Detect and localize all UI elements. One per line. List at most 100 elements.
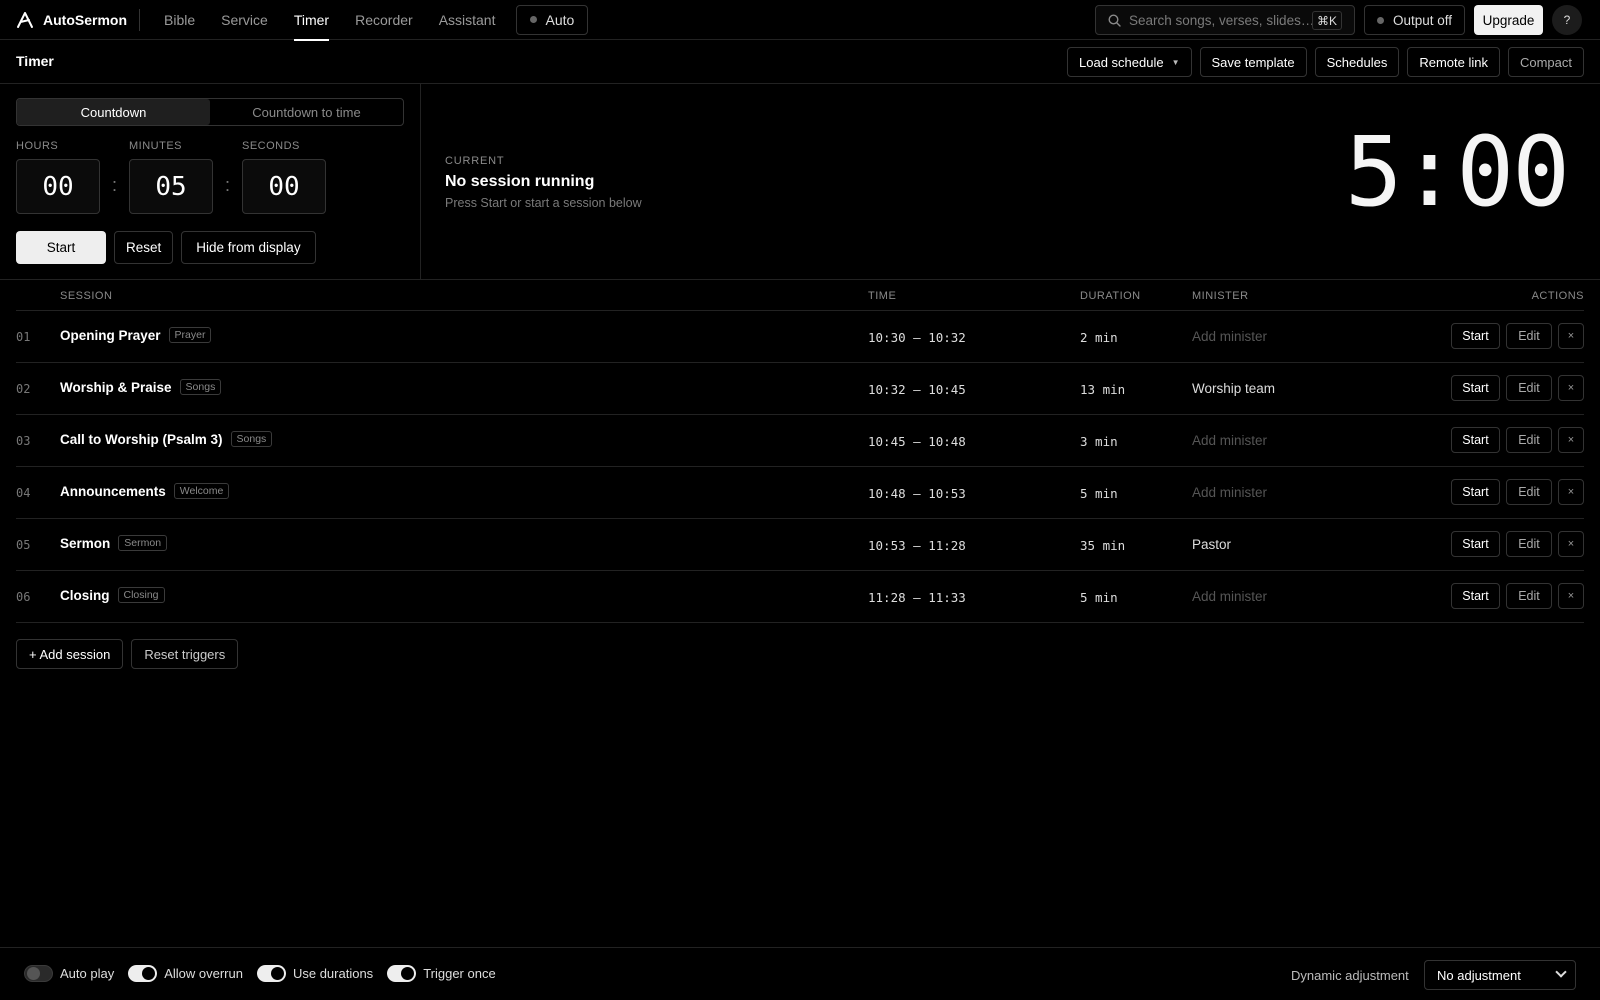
edit-session-button[interactable]: Edit xyxy=(1506,375,1552,401)
auto-label: Auto xyxy=(545,11,575,28)
session-minister[interactable]: Add minister xyxy=(1192,329,1267,344)
start-session-button[interactable]: Start xyxy=(1451,583,1500,609)
add-session-button[interactable]: + Add session xyxy=(16,639,124,669)
session-duration: 2 min xyxy=(1080,330,1118,345)
row-actions: Start Edit × xyxy=(1451,479,1584,505)
compact-button[interactable]: Compact xyxy=(1507,47,1584,77)
page-title: Timer xyxy=(16,53,54,69)
delete-session-button[interactable]: × xyxy=(1558,583,1584,609)
reset-triggers-button[interactable]: Reset triggers xyxy=(131,639,239,669)
delete-session-button[interactable]: × xyxy=(1558,427,1584,453)
tab-bible[interactable]: Bible xyxy=(164,0,195,40)
toggle-switch[interactable] xyxy=(128,965,158,982)
start-session-button[interactable]: Start xyxy=(1451,479,1500,505)
upgrade-button[interactable]: Upgrade xyxy=(1474,5,1543,35)
schedules-button[interactable]: Schedules xyxy=(1314,47,1400,77)
tab-service[interactable]: Service xyxy=(221,0,268,40)
load-schedule-button[interactable]: Load schedule ▼ xyxy=(1067,47,1192,77)
session-number: 05 xyxy=(16,538,31,552)
start-session-button[interactable]: Start xyxy=(1451,375,1500,401)
delete-session-button[interactable]: × xyxy=(1558,375,1584,401)
start-session-button[interactable]: Start xyxy=(1451,531,1500,557)
reset-timer-button[interactable]: Reset xyxy=(114,231,174,264)
session-minister[interactable]: Worship team xyxy=(1192,381,1275,396)
table-row: 04 Announcements Welcome 10:48 – 10:53 5 min… xyxy=(16,467,1584,519)
auto-mode-button[interactable]: Auto xyxy=(515,4,589,35)
time-separator: : xyxy=(111,175,117,195)
delete-session-button[interactable]: × xyxy=(1558,479,1584,505)
toggle-use-durations[interactable]: Use durations xyxy=(256,965,374,982)
output-status-dot-icon xyxy=(1376,16,1384,24)
mode-countdown-to-time[interactable]: Countdown to time xyxy=(210,99,403,125)
brand[interactable]: AutoSermon xyxy=(0,0,164,40)
session-duration: 13 min xyxy=(1080,382,1126,397)
current-session-title: No session running xyxy=(445,173,595,190)
table-row: 01 Opening Prayer Prayer 10:30 – 10:32 2 min… xyxy=(16,311,1584,363)
session-name: Worship & Praise xyxy=(60,379,172,395)
session-name-cell: Announcements Welcome xyxy=(60,483,230,499)
session-number: 01 xyxy=(16,330,31,344)
dynamic-adjustment-select[interactable]: No adjustment xyxy=(1424,960,1576,990)
search-box[interactable]: ⌘K xyxy=(1095,5,1355,35)
start-timer-button[interactable]: Start xyxy=(16,231,106,264)
current-label: CURRENT xyxy=(445,155,505,167)
session-name: Sermon xyxy=(60,535,111,551)
session-minister[interactable]: Pastor xyxy=(1192,537,1231,552)
session-name-cell: Worship & Praise Songs xyxy=(60,379,222,395)
search-shortcut-badge: ⌘K xyxy=(1311,11,1342,30)
toggle-allow-overrun[interactable]: Allow overrun xyxy=(128,965,243,982)
start-session-button[interactable]: Start xyxy=(1451,427,1500,453)
session-minister[interactable]: Add minister xyxy=(1192,433,1267,448)
edit-session-button[interactable]: Edit xyxy=(1506,479,1552,505)
session-time: 10:53 – 11:28 xyxy=(868,538,966,553)
toggle-switch[interactable] xyxy=(24,965,53,982)
dynamic-adjustment-label: Dynamic adjustment xyxy=(1291,968,1409,983)
toggle-trigger-once[interactable]: Trigger once xyxy=(387,965,496,982)
footer-toggles: Auto play Allow overrun Use durations Trigg… xyxy=(24,965,510,982)
output-toggle-button[interactable]: Output off xyxy=(1364,5,1465,35)
footer-bar: Auto play Allow overrun Use durations Trigg… xyxy=(0,947,1600,1000)
seconds-input[interactable]: 00 xyxy=(242,159,326,214)
table-row: 06 Closing Closing 11:28 – 11:33 5 min Add mi… xyxy=(16,571,1584,623)
session-time: 10:45 – 10:48 xyxy=(868,434,966,449)
header-duration: DURATION xyxy=(1080,290,1141,302)
delete-session-button[interactable]: × xyxy=(1558,531,1584,557)
seconds-label: SECONDS xyxy=(242,140,300,152)
row-actions: Start Edit × xyxy=(1451,583,1584,609)
tab-timer[interactable]: Timer xyxy=(293,0,330,41)
row-actions: Start Edit × xyxy=(1451,531,1584,557)
hide-from-display-button[interactable]: Hide from display xyxy=(181,231,316,264)
tab-recorder[interactable]: Recorder xyxy=(355,0,413,40)
session-time: 10:30 – 10:32 xyxy=(868,330,966,345)
auto-status-dot-icon xyxy=(529,16,537,23)
session-name: Call to Worship (Psalm 3) xyxy=(60,431,223,447)
session-minister[interactable]: Add minister xyxy=(1192,485,1267,500)
help-button[interactable]: ? xyxy=(1552,5,1582,35)
toggle-auto-play[interactable]: Auto play xyxy=(24,965,114,982)
edit-session-button[interactable]: Edit xyxy=(1506,323,1552,349)
hours-input[interactable]: 00 xyxy=(16,159,100,214)
edit-session-button[interactable]: Edit xyxy=(1506,583,1552,609)
start-session-button[interactable]: Start xyxy=(1451,323,1500,349)
table-row: 05 Sermon Sermon 10:53 – 11:28 35 min Pastor S… xyxy=(16,519,1584,571)
mode-countdown[interactable]: Countdown xyxy=(17,99,210,125)
delete-session-button[interactable]: × xyxy=(1558,323,1584,349)
toggle-label: Use durations xyxy=(292,966,374,981)
session-minister[interactable]: Add minister xyxy=(1192,589,1267,604)
toggle-label: Allow overrun xyxy=(164,966,243,981)
save-template-button[interactable]: Save template xyxy=(1199,47,1307,77)
toggle-switch[interactable] xyxy=(256,965,286,982)
edit-session-button[interactable]: Edit xyxy=(1506,531,1552,557)
toggle-switch[interactable] xyxy=(387,965,417,982)
sessions-table: SESSION TIME DURATION MINISTER ACTIONS 0… xyxy=(16,280,1584,623)
remote-link-button[interactable]: Remote link xyxy=(1407,47,1500,77)
toggle-label: Trigger once xyxy=(423,966,496,981)
app-name: AutoSermon xyxy=(43,11,127,28)
tab-assistant[interactable]: Assistant xyxy=(439,0,496,40)
edit-session-button[interactable]: Edit xyxy=(1506,427,1552,453)
nav-tabs: Bible Service Timer Recorder Assistant A… xyxy=(164,0,589,41)
minutes-input[interactable]: 05 xyxy=(129,159,213,214)
session-name-cell: Sermon Sermon xyxy=(60,535,168,551)
search-input[interactable] xyxy=(1129,12,1319,28)
session-number: 06 xyxy=(16,590,31,604)
